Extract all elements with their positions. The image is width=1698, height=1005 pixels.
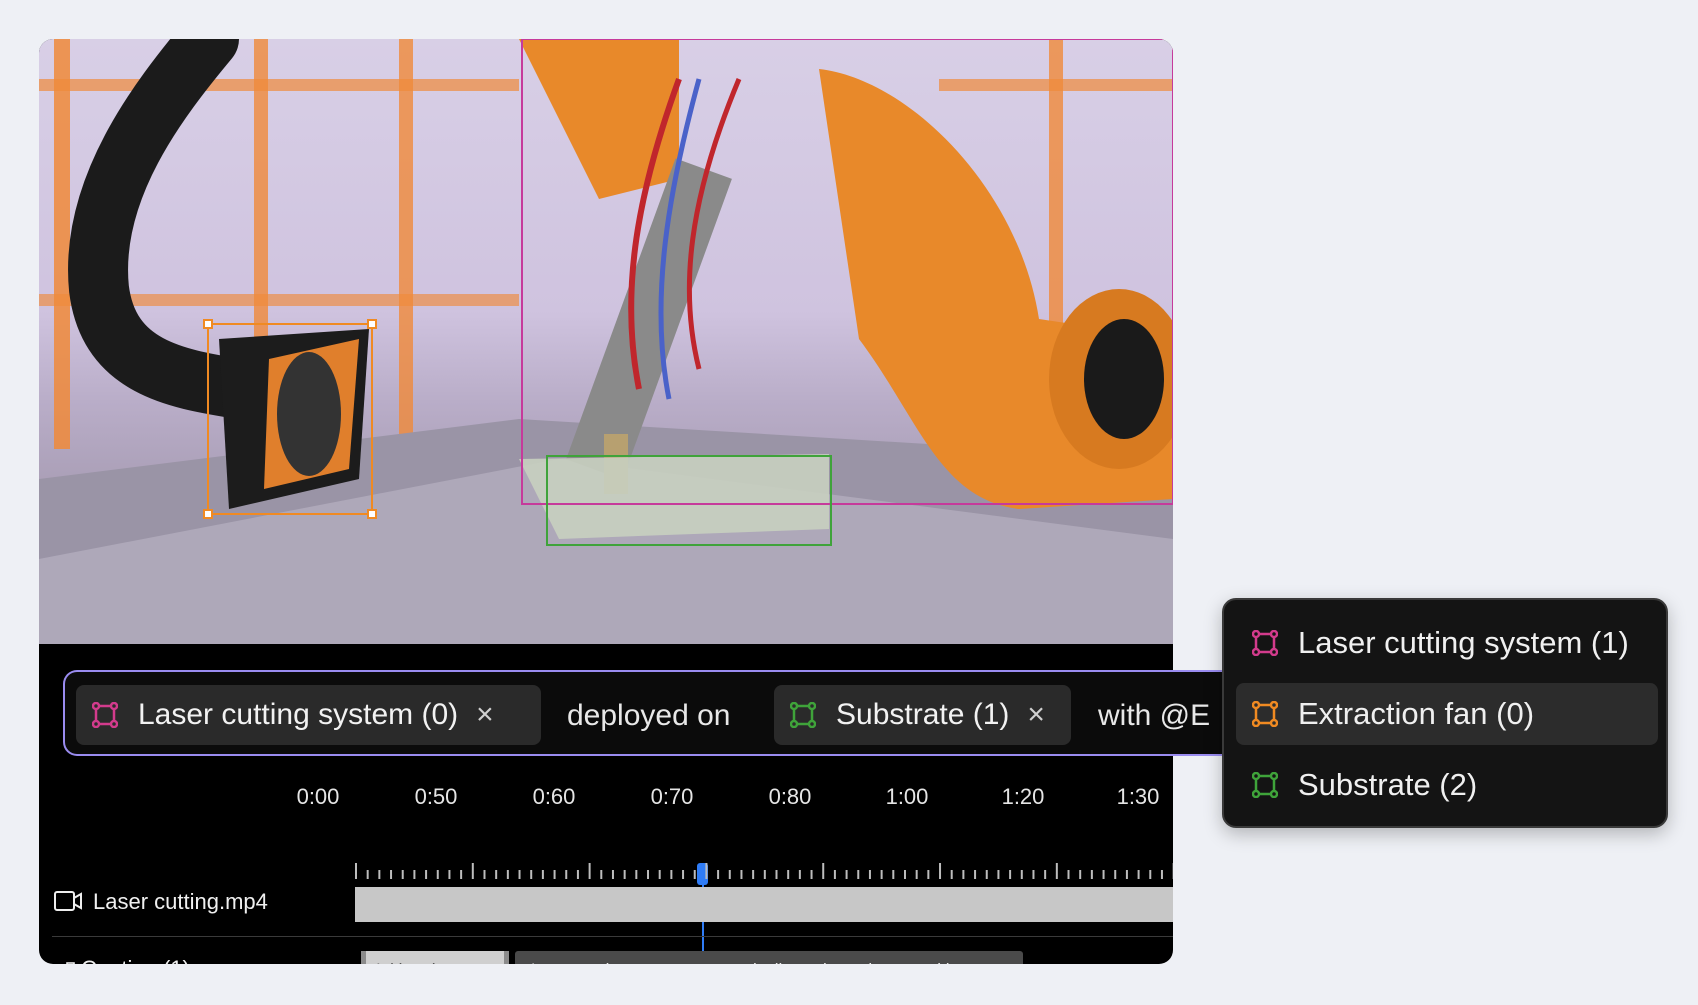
tick-label: 1:30 [1116, 784, 1160, 809]
video-frame [39, 39, 1173, 644]
caption-segment-initiated[interactable]: Initiated [361, 951, 509, 964]
timeline-ruler[interactable] [355, 861, 1173, 881]
dropdown-item-label: Substrate (2) [1298, 767, 1478, 802]
mention-dropdown: Laser cutting system (1) Extraction fan … [1222, 598, 1668, 828]
tick-label: 0:50 [414, 784, 458, 809]
caption-segment-text[interactable]: Laser cutting system automatically cutti… [515, 951, 1023, 964]
tick-label: 1:20 [1001, 784, 1045, 809]
video-track-bar[interactable] [355, 887, 1173, 922]
tick-label: 0:00 [296, 784, 340, 809]
dropdown-item-laser-cutting-system[interactable]: Laser cutting system (1) [1236, 612, 1658, 674]
caption-track-label: Caption (1) [81, 956, 190, 964]
prompt-text: with @E [1098, 699, 1211, 732]
bbox-icon [1251, 771, 1279, 799]
chip-label: Laser cutting system (0) [138, 698, 459, 731]
video-track-label: Laser cutting.mp4 [93, 889, 268, 914]
chip-label: Substrate (1) [836, 698, 1010, 731]
dropdown-item-label: Extraction fan (0) [1298, 696, 1535, 731]
prompt-text: deployed on [567, 699, 731, 732]
remove-chip-button[interactable]: × [476, 698, 494, 732]
tick-label: 0:80 [768, 784, 812, 809]
tick-label: 0:70 [650, 784, 694, 809]
tick-label: 0:60 [532, 784, 576, 809]
dropdown-item-substrate[interactable]: Substrate (2) [1236, 754, 1658, 816]
video-camera-icon [54, 890, 82, 912]
scene-illustration [39, 39, 1173, 644]
object-chip-laser-cutting-system[interactable]: Laser cutting system (0) × [76, 685, 541, 745]
prompt-input[interactable]: Laser cutting system (0) × deployed on S… [63, 670, 1243, 756]
dropdown-item-label: Laser cutting system (1) [1298, 625, 1629, 660]
video-annotation-panel: 0:00 0:50 0:60 0:70 0:80 1:00 1:20 1:30 … [39, 39, 1173, 964]
tick-label: 1:00 [885, 784, 929, 809]
bbox-icon [1251, 629, 1279, 657]
hierarchy-icon [54, 961, 76, 964]
dropdown-item-extraction-fan[interactable]: Extraction fan (0) [1236, 683, 1658, 745]
bbox-icon [91, 701, 119, 729]
remove-chip-button[interactable]: × [1027, 698, 1045, 732]
bbox-icon [1251, 700, 1279, 728]
bbox-icon [789, 701, 817, 729]
object-chip-substrate[interactable]: Substrate (1) × [774, 685, 1071, 745]
track-divider [52, 936, 1173, 937]
